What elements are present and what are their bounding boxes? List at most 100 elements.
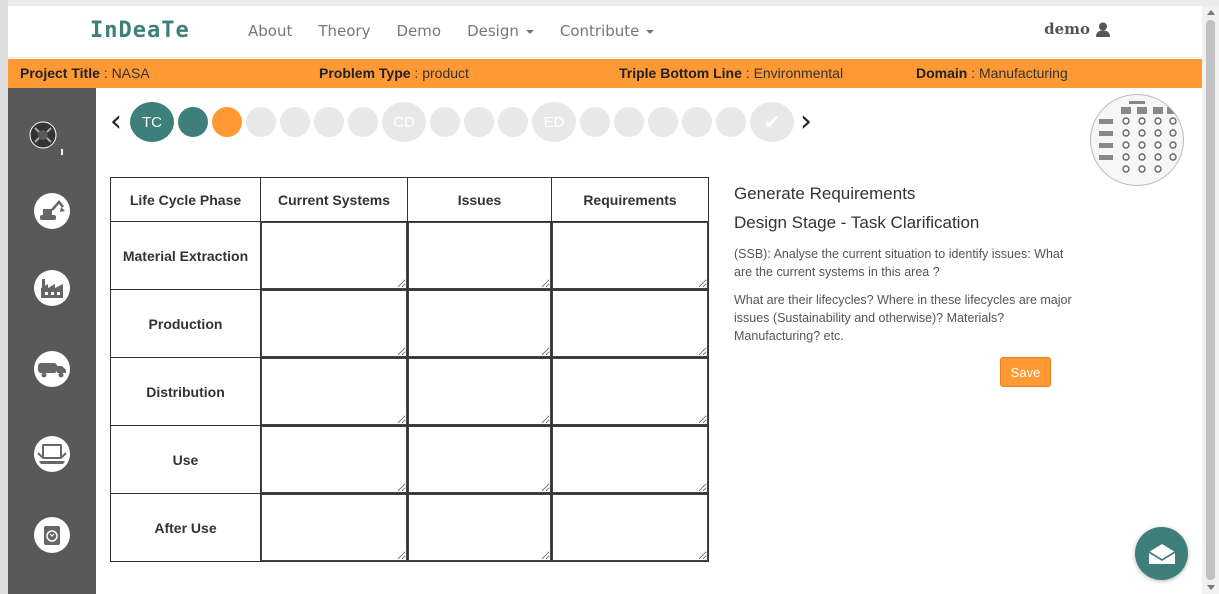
user-icon [1096, 22, 1110, 37]
problem-type: Problem Type : product [319, 65, 469, 81]
header-life-cycle-phase: Life Cycle Phase [110, 177, 261, 222]
task-step[interactable] [314, 107, 344, 137]
task-step[interactable] [430, 107, 460, 137]
page: InDeaTe About Theory Demo Design Contrib… [0, 0, 1219, 594]
stage-step-cd[interactable]: CD [382, 102, 426, 142]
message-fab[interactable] [1135, 527, 1188, 580]
current-systems-cell [260, 289, 408, 358]
lifecycle-table: Life Cycle Phase Current Systems Issues … [110, 177, 709, 562]
scroll-thumb[interactable] [1206, 20, 1215, 580]
requirements-cell [551, 425, 709, 494]
issues-input[interactable] [408, 358, 551, 425]
domain-value: Manufacturing [979, 65, 1068, 81]
task-step[interactable] [716, 107, 746, 137]
task-step[interactable] [648, 107, 678, 137]
sidebar-use[interactable] [34, 436, 70, 472]
envelope-icon [1148, 543, 1175, 564]
issues-cell [407, 221, 552, 290]
table-row: After Use [110, 493, 709, 562]
issues-input[interactable] [408, 494, 551, 561]
nav-links: About Theory Demo Design Contribute [248, 22, 680, 40]
scroll-up-icon[interactable] [1207, 10, 1215, 15]
nav-demo[interactable]: Demo [396, 22, 441, 40]
issues-cell [407, 289, 552, 358]
current-systems-input[interactable] [261, 426, 407, 493]
current-systems-input[interactable] [261, 222, 407, 289]
triple-bottom-line-value: Environmental [753, 65, 844, 81]
panel-stage: Design Stage - Task Clarification [734, 213, 980, 232]
project-title: Project Title : NASA [20, 65, 150, 81]
task-step[interactable] [498, 107, 528, 137]
issues-cell [407, 493, 552, 562]
task-step[interactable] [246, 107, 276, 137]
phase-label: Material Extraction [110, 221, 261, 290]
nav-about-label: About [248, 22, 293, 40]
nav-design-dropdown[interactable]: Design [467, 22, 534, 40]
issues-input[interactable] [408, 290, 551, 357]
problem-type-value: product [422, 65, 469, 81]
task-step[interactable] [580, 107, 610, 137]
task-step[interactable] [280, 107, 310, 137]
sidebar-distribution[interactable] [34, 351, 70, 387]
requirements-input[interactable] [552, 426, 708, 493]
page-scrollbar[interactable] [1202, 6, 1219, 594]
window-left-border [0, 0, 8, 594]
brand-logo[interactable]: InDeaTe [90, 18, 190, 43]
header-issues: Issues [407, 177, 552, 222]
sidebar [8, 88, 96, 594]
user-menu[interactable]: demo [1044, 20, 1110, 38]
requirements-cell [551, 357, 709, 426]
problem-type-label: Problem Type [319, 65, 411, 81]
nav-design-label: Design [467, 22, 519, 40]
requirements-input[interactable] [552, 494, 708, 561]
sidebar-material-extraction[interactable] [34, 193, 70, 229]
nav-contribute-dropdown[interactable]: Contribute [560, 22, 655, 40]
nav-theory-label: Theory [318, 22, 371, 40]
header-requirements: Requirements [551, 177, 709, 222]
factory-icon [41, 279, 63, 298]
requirements-input[interactable] [552, 222, 708, 289]
table-row: Distribution [110, 357, 709, 426]
next-arrow-icon[interactable]: › [800, 104, 812, 140]
requirements-input[interactable] [552, 290, 708, 357]
sidebar-production[interactable] [34, 270, 70, 306]
issues-input[interactable] [408, 426, 551, 493]
stage-step-tc[interactable]: TC [130, 102, 174, 142]
stage-step-ed[interactable]: ED [532, 102, 576, 142]
requirements-cell [551, 493, 709, 562]
save-button[interactable]: Save [1000, 357, 1051, 387]
panel-title: Generate Requirements [734, 184, 916, 203]
task-step[interactable] [212, 107, 242, 137]
requirements-input[interactable] [552, 358, 708, 425]
current-systems-input[interactable] [261, 358, 407, 425]
domain: Domain : Manufacturing [916, 65, 1068, 81]
sidebar-after-use[interactable] [34, 517, 70, 553]
gear-cycle-icon[interactable] [25, 117, 65, 157]
nav-about[interactable]: About [248, 22, 292, 40]
nav-demo-label: Demo [396, 22, 442, 40]
issues-cell [407, 425, 552, 494]
current-systems-input[interactable] [261, 290, 407, 357]
task-step[interactable] [464, 107, 494, 137]
phase-label: After Use [110, 493, 261, 562]
current-systems-input[interactable] [261, 494, 407, 561]
prev-arrow-icon[interactable]: ‹ [110, 104, 122, 140]
project-info-bar: Project Title : NASA Problem Type : prod… [8, 59, 1202, 88]
current-systems-cell [260, 493, 408, 562]
truck-icon [38, 363, 66, 378]
task-step[interactable] [348, 107, 378, 137]
task-step[interactable] [682, 107, 712, 137]
task-step[interactable] [614, 107, 644, 137]
caret-down-icon [525, 30, 534, 34]
requirements-cell [551, 221, 709, 290]
task-grid-thumbnail[interactable] [1090, 94, 1184, 186]
task-step[interactable] [178, 107, 208, 137]
check-step-icon[interactable]: ✔ [750, 102, 794, 142]
scroll-down-icon[interactable] [1207, 585, 1215, 590]
domain-label: Domain [916, 65, 968, 81]
requirements-cell [551, 289, 709, 358]
nav-theory[interactable]: Theory [318, 22, 370, 40]
current-systems-cell [260, 357, 408, 426]
issues-input[interactable] [408, 222, 551, 289]
recycle-bin-icon [44, 526, 60, 545]
